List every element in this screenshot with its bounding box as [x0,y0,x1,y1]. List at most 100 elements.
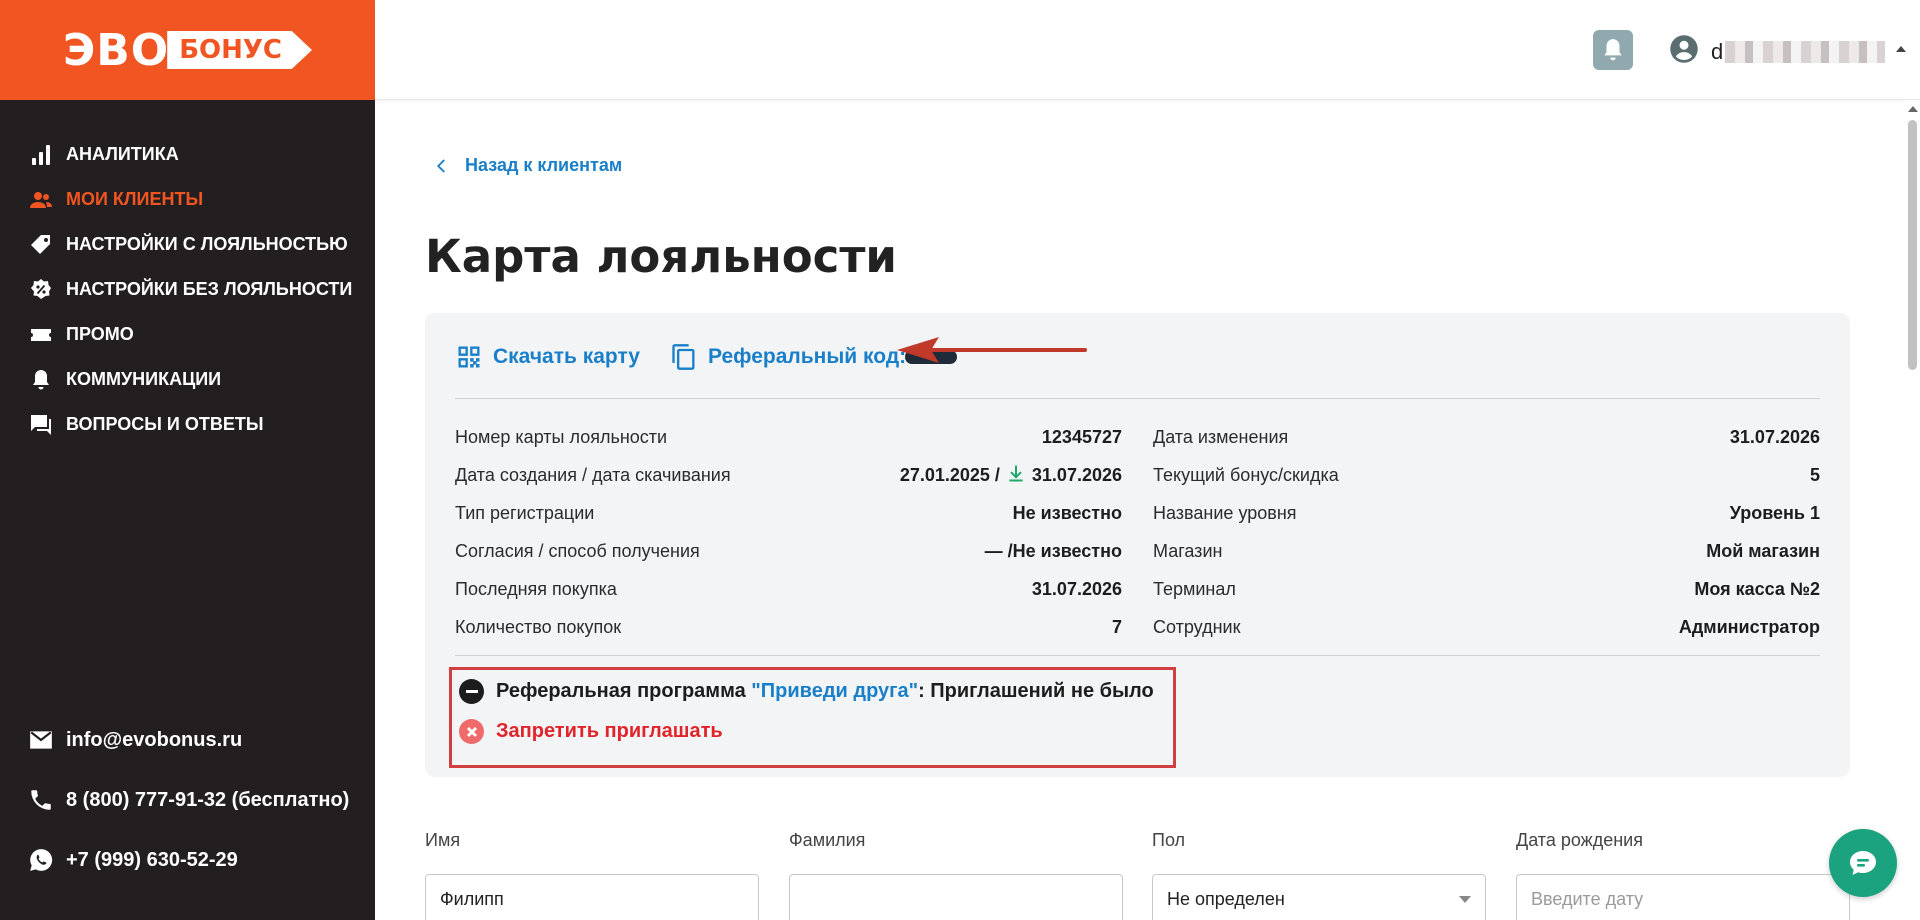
logo-bar: ЭВО БОНУС [0,0,375,100]
top-bar: d [375,0,1920,100]
downloaded-date: 31.07.2026 [1031,464,1122,485]
page-scrollbar[interactable] [1905,100,1920,920]
terminal-value: Моя касса №2 [1694,578,1820,599]
contacts: info@evobonus.ru 8 (800) 777-91-32 (бесп… [0,710,375,890]
notifications-button[interactable] [1593,30,1633,70]
sidebar-item-communications[interactable]: КОММУНИКАЦИИ [0,357,375,402]
gender-label: Пол [1152,830,1186,850]
user-name: d [1711,38,1724,64]
referral-program-box: Реферальная программа "Приведи друга" : … [449,667,1176,768]
sidebar-item-label: ПРОМО [66,324,134,344]
sidebar: ЭВО БОНУС АНАЛИТИКА МОИ КЛИЕНТЫ НАСТРОЙК… [0,0,375,920]
gender-selected-value: Не определен [1167,888,1285,909]
info-label: Дата изменения [1153,426,1289,447]
referral-suffix: : Приглашений не было [918,680,1154,702]
back-label: Назад к клиентам [465,155,623,175]
sidebar-item-loyalty-settings[interactable]: НАСТРОЙКИ С ЛОЯЛЬНОСТЬЮ [0,222,375,267]
divider [455,655,1820,656]
scroll-up-arrow-icon[interactable] [1908,106,1918,112]
birthdate-field: Дата рождения [1516,830,1850,920]
main-content: Назад к клиентам Карта лояльности Скачат… [375,100,1905,920]
info-label: Количество покупок [455,616,622,637]
whatsapp-icon [28,847,54,873]
copy-icon [672,344,695,370]
last-name-input[interactable] [789,874,1123,920]
info-row: Название уровня Уровень 1 [1153,494,1820,532]
forbid-invites-button[interactable]: Запретить приглашать [459,719,723,744]
mail-icon [28,727,54,753]
card-info-left: Номер карты лояльности 12345727 Дата соз… [455,418,1122,646]
first-name-field: Имя [425,830,759,920]
gender-field: Пол Не определен [1152,830,1486,920]
close-circle-icon [459,719,484,744]
contact-whatsapp-text: +7 (999) 630-52-29 [66,848,238,871]
back-to-clients-link[interactable]: Назад к клиентам [433,155,622,176]
sidebar-item-no-loyalty-settings[interactable]: НАСТРОЙКИ БЕЗ ЛОЯЛЬНОСТИ [0,267,375,312]
birthdate-label: Дата рождения [1516,830,1643,850]
info-row: Терминал Моя касса №2 [1153,570,1820,608]
scroll-thumb[interactable] [1908,120,1917,370]
referral-program-link[interactable]: "Приведи друга" [751,680,918,703]
contact-phone[interactable]: 8 (800) 777-91-32 (бесплатно) [0,770,375,830]
sidebar-item-label: МОИ КЛИЕНТЫ [66,189,204,209]
contact-whatsapp[interactable]: +7 (999) 630-52-29 [0,830,375,890]
sidebar-item-analytics[interactable]: АНАЛИТИКА [0,132,375,177]
loyalty-card-panel: Скачать карту Реферальный код: 85W Номер… [425,313,1850,777]
page-title: Карта лояльности [425,230,897,283]
info-label: Дата создания / дата скачивания [455,464,731,485]
level-name-value: Уровень 1 [1729,502,1820,523]
info-row: Номер карты лояльности 12345727 [455,418,1122,456]
sidebar-item-my-clients[interactable]: МОИ КЛИЕНТЫ [0,177,375,222]
card-number-value: 12345727 [1041,426,1122,447]
referral-prefix: Реферальная программа [496,680,752,702]
support-chat-button[interactable] [1829,829,1897,897]
info-row: Дата изменения 31.07.2026 [1153,418,1820,456]
current-bonus-value: 5 [1809,464,1820,485]
info-row: Согласия / способ получения — /Не извест… [455,532,1122,570]
download-arrow-icon [1000,463,1032,488]
info-row: Тип регистрации Не известно [455,494,1122,532]
qr-code-icon [458,346,480,368]
logo-text-evo: ЭВО [62,24,170,76]
info-label: Согласия / способ получения [455,540,700,561]
bell-icon [28,367,54,393]
sidebar-item-label: НАСТРОЙКИ С ЛОЯЛЬНОСТЬЮ [66,234,348,254]
created-downloaded-value: 27.01.2025 / 31.07.2026 [900,463,1122,488]
info-label: Название уровня [1153,502,1297,523]
sidebar-nav: АНАЛИТИКА МОИ КЛИЕНТЫ НАСТРОЙКИ С ЛОЯЛЬН… [0,100,375,447]
created-date: 27.01.2025 / [899,464,1000,485]
download-card-label: Скачать карту [493,345,640,368]
phone-icon [28,787,54,813]
info-row: Дата создания / дата скачивания 27.01.20… [455,456,1122,494]
info-row: Магазин Мой магазин [1153,532,1820,570]
user-name-redacted [1725,40,1886,63]
evobonus-logo[interactable]: ЭВО БОНУС [62,24,313,76]
info-label: Терминал [1153,578,1236,599]
account-circle-icon [1669,34,1699,69]
first-name-input[interactable] [425,874,759,920]
info-label: Тип регистрации [455,502,595,523]
employee-value: Администратор [1678,616,1820,637]
minus-circle-icon [459,679,484,704]
download-card-button[interactable]: Скачать карту [455,343,640,371]
user-menu[interactable]: d [1669,34,1886,69]
card-info-right: Дата изменения 31.07.2026 Текущий бонус/… [1153,418,1820,646]
info-label: Последняя покупка [455,578,617,599]
sidebar-item-label: ВОПРОСЫ И ОТВЕТЫ [66,414,264,434]
birthdate-input[interactable] [1516,874,1850,920]
chevron-left-icon [436,158,445,173]
purchase-count-value: 7 [1111,616,1122,637]
contact-email[interactable]: info@evobonus.ru [0,710,375,770]
ticket-icon [28,322,54,348]
sidebar-item-label: НАСТРОЙКИ БЕЗ ЛОЯЛЬНОСТИ [66,279,353,299]
info-row: Количество покупок 7 [455,608,1122,646]
user-menu-caret-icon[interactable] [1896,46,1906,52]
gender-select[interactable]: Не определен [1152,874,1486,920]
first-name-label: Имя [425,830,461,850]
bell-icon [1604,39,1622,61]
sidebar-item-promo[interactable]: ПРОМО [0,312,375,357]
sidebar-item-faq[interactable]: ВОПРОСЫ И ОТВЕТЫ [0,402,375,447]
card-actions: Скачать карту Реферальный код: 85W [455,343,958,371]
people-icon [28,187,54,213]
modified-date-value: 31.07.2026 [1729,426,1820,447]
